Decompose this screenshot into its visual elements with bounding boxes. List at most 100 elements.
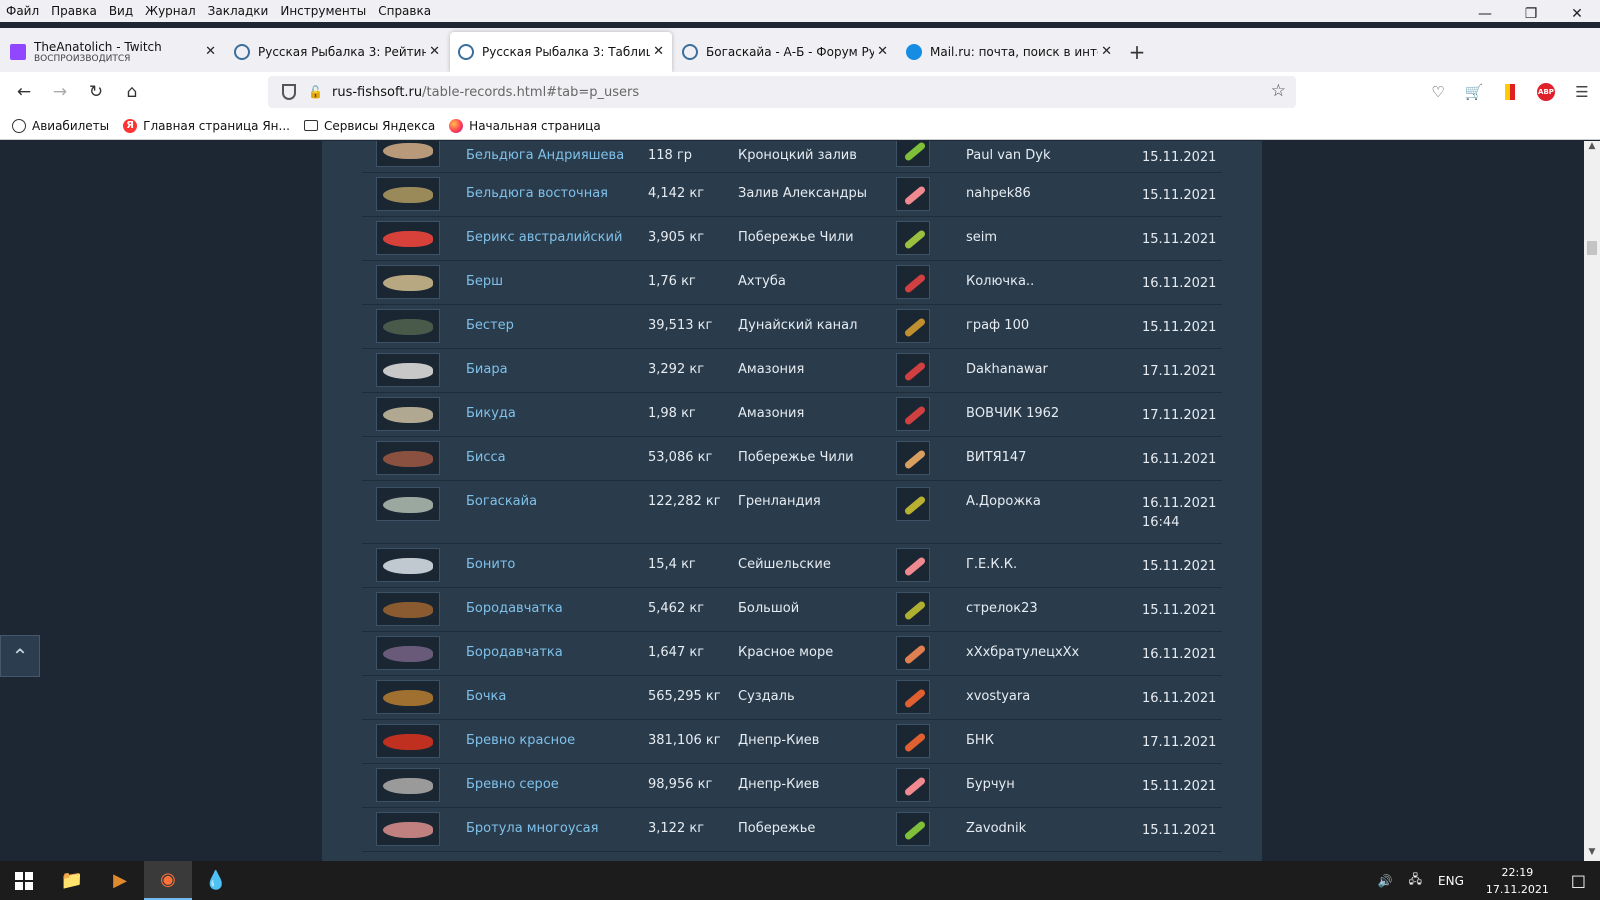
file-explorer-icon[interactable]: 📁 <box>48 861 96 900</box>
fish-name-link[interactable]: Берикс австралийский <box>466 230 622 245</box>
fishing-place: Дунайский канал <box>738 318 858 333</box>
bait-image <box>896 768 930 802</box>
bait-shape <box>903 776 927 797</box>
tab-records-table[interactable]: Русская Рыбалка 3: Таблица р ✕ <box>450 32 672 72</box>
page-scrollbar[interactable]: ▲ ▼ <box>1584 141 1600 861</box>
fish-image <box>376 680 440 714</box>
table-row: Бревно красное 381,106 кг Днепр-Киев БНК 17.… <box>362 720 1222 764</box>
media-player-icon[interactable]: ▶ <box>96 861 144 900</box>
fish-name-link[interactable]: Бестер <box>466 318 514 333</box>
app-drop-icon[interactable]: 💧 <box>192 861 240 900</box>
record-date: 16.11.2021 <box>1142 276 1217 291</box>
menu-history[interactable]: Журнал <box>139 4 202 18</box>
start-button[interactable] <box>0 861 48 900</box>
insecure-lock-icon[interactable]: 🔓 <box>308 85 323 99</box>
menu-tools[interactable]: Инструменты <box>274 4 372 18</box>
menu-file[interactable]: Файл <box>0 4 45 18</box>
back-icon[interactable]: ← <box>6 76 42 108</box>
fish-name-link[interactable]: Бротула многоусая <box>466 821 598 836</box>
menu-bookmarks[interactable]: Закладки <box>202 4 275 18</box>
record-date: 15.11.2021 <box>1142 320 1217 335</box>
pocket-icon[interactable]: ♡ <box>1420 76 1456 108</box>
scroll-down-icon[interactable]: ▼ <box>1584 847 1600 861</box>
new-tab-button[interactable]: + <box>1122 32 1152 72</box>
tab-mail[interactable]: Mail.ru: почта, поиск в интерн ✕ <box>898 32 1120 72</box>
bookmark-avia[interactable]: Авиабилеты <box>12 118 109 133</box>
tab-close-icon[interactable]: ✕ <box>429 44 440 59</box>
tracking-shield-icon[interactable] <box>282 84 296 100</box>
fish-weight: 4,142 кг <box>648 186 705 201</box>
fish-name-link[interactable]: Бревно красное <box>466 733 575 748</box>
bookmark-start-page[interactable]: Начальная страница <box>449 118 601 133</box>
menu-help[interactable]: Справка <box>372 4 437 18</box>
fish-name-link[interactable]: Бисса <box>466 450 506 465</box>
nav-bar: ← → ↻ ⌂ 🔓 rus-fishsoft.ru/table-records.… <box>0 72 1600 112</box>
bookmark-yandex-home[interactable]: Я Главная страница Ян... <box>123 118 290 133</box>
bookmark-yandex-services[interactable]: Сервисы Яндекса <box>303 119 435 133</box>
fish-name-link[interactable]: Бонито <box>466 557 515 572</box>
fish-name-link[interactable]: Бочка <box>466 689 506 704</box>
fishing-place: Побережье <box>738 821 816 836</box>
bait-shape <box>903 361 927 382</box>
user-name: Zavodnik <box>966 821 1027 836</box>
address-bar[interactable]: 🔓 rus-fishsoft.ru/table-records.html#tab… <box>268 76 1296 108</box>
cart-icon[interactable]: 🛒 <box>1456 76 1492 108</box>
minimize-icon[interactable]: — <box>1462 0 1508 28</box>
menu-icon[interactable]: ☰ <box>1564 76 1600 108</box>
table-row: Бикуда 1,98 кг Амазония ВОВЧИК 1962 17.11.20… <box>362 393 1222 437</box>
fish-name-link[interactable]: Бородавчатка <box>466 601 563 616</box>
scrollbar-thumb[interactable] <box>1587 241 1597 255</box>
language-indicator[interactable]: ENG <box>1438 874 1464 888</box>
user-name: БНК <box>966 733 994 748</box>
notifications-icon[interactable]: □ <box>1571 871 1586 890</box>
fish-shape <box>383 451 433 467</box>
tab-close-icon[interactable]: ✕ <box>653 44 664 59</box>
fish-weight: 53,086 кг <box>648 450 713 465</box>
reload-icon[interactable]: ↻ <box>78 76 114 108</box>
fish-name-link[interactable]: Бревно серое <box>466 777 559 792</box>
fish-name-link[interactable]: Биара <box>466 362 508 377</box>
tab-ratings[interactable]: Русская Рыбалка 3: Рейтинги и ✕ <box>226 32 448 72</box>
scroll-to-top-button[interactable]: ⌃ <box>0 635 40 677</box>
fishing-place: Кроноцкий залив <box>738 148 857 163</box>
home-icon[interactable]: ⌂ <box>114 76 150 108</box>
fish-name-link[interactable]: Бородавчатка <box>466 645 563 660</box>
menu-edit[interactable]: Правка <box>45 4 103 18</box>
user-name: Г.Е.К.К. <box>966 557 1018 572</box>
fish-name-link[interactable]: Бельдюга восточная <box>466 186 608 201</box>
fish-name-link[interactable]: Бикуда <box>466 406 516 421</box>
firefox-taskbar-icon[interactable]: ◉ <box>144 861 192 900</box>
bait-shape <box>903 688 927 709</box>
tab-close-icon[interactable]: ✕ <box>205 44 216 59</box>
scroll-up-icon[interactable]: ▲ <box>1584 141 1600 155</box>
bait-shape <box>903 556 927 577</box>
fish-image <box>376 636 440 670</box>
restore-icon[interactable]: ❐ <box>1508 0 1554 28</box>
table-row: Бородавчатка 5,462 кг Большой стрелок23 15.1… <box>362 588 1222 632</box>
tab-close-icon[interactable]: ✕ <box>877 44 888 59</box>
menu-view[interactable]: Вид <box>103 4 139 18</box>
globe-icon <box>12 118 26 133</box>
url-host: rus-fishsoft.ru <box>332 84 423 100</box>
bookmark-star-icon[interactable]: ☆ <box>1271 81 1286 101</box>
tab-subtitle: ВОСПРОИЗВОДИТСЯ <box>34 54 131 64</box>
fish-image <box>376 768 440 802</box>
tab-twitch[interactable]: TheAnatolich - Twitch ВОСПРОИЗВОДИТСЯ ✕ <box>2 32 224 72</box>
clock[interactable]: 22:19 17.11.2021 <box>1486 864 1549 898</box>
tab-forum[interactable]: Богаскайа - А-Б - Форум Русс ✕ <box>674 32 896 72</box>
fish-name-link[interactable]: Богаскайа <box>466 494 537 509</box>
network-icon[interactable]: 🖧 <box>1409 870 1422 891</box>
fish-name-link[interactable]: Берш <box>466 274 503 289</box>
record-date: 16.11.2021 <box>1142 647 1217 662</box>
url-path: /table-records.html#tab=p_users <box>422 84 640 100</box>
bait-shape <box>903 449 927 470</box>
fish-name-link[interactable]: Бельдюга Андрияшева <box>466 148 624 163</box>
volume-icon[interactable]: 🔊 <box>1378 874 1393 888</box>
yandex-extension-icon[interactable] <box>1492 76 1528 108</box>
record-date: 15.11.2021 <box>1142 779 1217 794</box>
forward-icon[interactable]: → <box>42 76 78 108</box>
adblock-icon[interactable]: ABP <box>1528 76 1564 108</box>
tab-close-icon[interactable]: ✕ <box>1101 44 1112 59</box>
fish-shape <box>383 822 433 838</box>
close-icon[interactable]: ✕ <box>1554 0 1600 28</box>
